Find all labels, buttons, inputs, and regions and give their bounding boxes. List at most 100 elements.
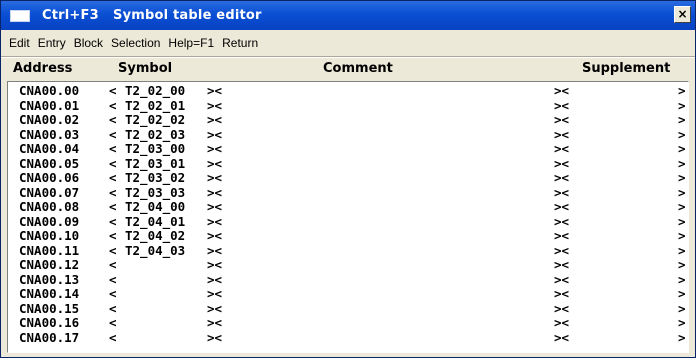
- window-icon: [10, 9, 30, 22]
- symbol-cell[interactable]: T2_02_01: [125, 98, 185, 114]
- table-row[interactable]: CNA00.11 < T2_04_03 >< >< >: [8, 242, 688, 259]
- supplement-open-delimiter: ><: [554, 141, 570, 156]
- table-row[interactable]: CNA00.00 < T2_02_00 >< >< >: [8, 83, 688, 99]
- table-row[interactable]: CNA00.09 < T2_04_01 >< >< >: [8, 213, 688, 230]
- address-cell[interactable]: CNA00.15: [19, 301, 79, 317]
- supplement-close-delimiter: >: [678, 213, 686, 229]
- symbol-table-rows: CNA00.00 < T2_02_00 >< >< > CNA00.01 < T2_02_01 >…: [8, 82, 688, 345]
- supplement-open-delimiter: ><: [554, 300, 570, 316]
- comment-open-delimiter: ><: [207, 141, 223, 156]
- symbol-cell[interactable]: T2_03_01: [125, 156, 185, 172]
- menu-selection[interactable]: Selection: [107, 36, 164, 50]
- table-row[interactable]: CNA00.04 < T2_03_00 >< >< >: [8, 141, 688, 157]
- supplement-close-delimiter: >: [678, 126, 686, 142]
- symbol-cell[interactable]: T2_04_03: [125, 243, 185, 259]
- address-cell[interactable]: CNA00.08: [19, 199, 79, 215]
- supplement-open-delimiter: ><: [554, 242, 570, 258]
- menu-edit[interactable]: Edit: [5, 36, 34, 50]
- supplement-open-delimiter: ><: [554, 184, 570, 200]
- table-row[interactable]: CNA00.07 < T2_03_03 >< >< >: [8, 184, 688, 201]
- address-cell[interactable]: CNA00.16: [19, 315, 79, 331]
- supplement-close-delimiter: >: [678, 155, 686, 171]
- column-header-supplement: Supplement: [582, 61, 671, 76]
- comment-open-delimiter: ><: [207, 170, 223, 185]
- table-row[interactable]: CNA00.13 < >< >< >: [8, 271, 688, 288]
- table-row[interactable]: CNA00.16 < >< >< >: [8, 315, 688, 331]
- menu-block[interactable]: Block: [70, 36, 107, 50]
- table-row[interactable]: CNA00.15 < >< >< >: [8, 300, 688, 317]
- table-row[interactable]: CNA00.17 < >< >< >: [8, 330, 688, 346]
- menu-help[interactable]: Help=F1: [164, 36, 218, 50]
- supplement-open-delimiter: ><: [554, 286, 570, 301]
- address-cell[interactable]: CNA00.03: [19, 127, 79, 143]
- table-row[interactable]: CNA00.05 < T2_03_01 >< >< >: [8, 155, 688, 172]
- symbol-open-delimiter: <: [109, 155, 117, 171]
- supplement-open-delimiter: ><: [554, 271, 570, 287]
- symbol-open-delimiter: <: [109, 170, 117, 185]
- symbol-cell[interactable]: T2_04_02: [125, 228, 185, 244]
- table-row[interactable]: CNA00.02 < T2_02_02 >< >< >: [8, 112, 688, 128]
- supplement-close-delimiter: >: [678, 257, 686, 272]
- address-cell[interactable]: CNA00.07: [19, 185, 79, 201]
- supplement-open-delimiter: ><: [554, 126, 570, 142]
- supplement-open-delimiter: ><: [554, 257, 570, 272]
- table-row[interactable]: CNA00.08 < T2_04_00 >< >< >: [8, 199, 688, 215]
- symbol-cell[interactable]: T2_02_00: [125, 83, 185, 99]
- symbol-open-delimiter: <: [109, 83, 117, 98]
- address-cell[interactable]: CNA00.06: [19, 170, 79, 186]
- address-cell[interactable]: CNA00.04: [19, 141, 79, 157]
- table-row[interactable]: CNA00.06 < T2_03_02 >< >< >: [8, 170, 688, 186]
- address-cell[interactable]: CNA00.14: [19, 286, 79, 302]
- comment-open-delimiter: ><: [207, 271, 223, 287]
- address-cell[interactable]: CNA00.13: [19, 272, 79, 288]
- supplement-open-delimiter: ><: [554, 199, 570, 214]
- close-button[interactable]: ×: [674, 6, 691, 23]
- symbol-cell[interactable]: T2_03_02: [125, 170, 185, 186]
- address-cell[interactable]: CNA00.09: [19, 214, 79, 230]
- title-bar[interactable]: Ctrl+F3 Symbol table editor ×: [1, 1, 695, 30]
- address-cell[interactable]: CNA00.11: [19, 243, 79, 259]
- symbol-table-editor-window: Ctrl+F3 Symbol table editor × Edit Entry…: [0, 0, 696, 358]
- supplement-close-delimiter: >: [678, 286, 686, 301]
- supplement-open-delimiter: ><: [554, 83, 570, 98]
- table-row[interactable]: CNA00.10 < T2_04_02 >< >< >: [8, 228, 688, 244]
- comment-open-delimiter: ><: [207, 112, 223, 127]
- comment-open-delimiter: ><: [207, 199, 223, 214]
- comment-open-delimiter: ><: [207, 242, 223, 258]
- symbol-cell[interactable]: T2_02_02: [125, 112, 185, 128]
- menu-return[interactable]: Return: [218, 36, 262, 50]
- comment-open-delimiter: ><: [207, 97, 223, 113]
- address-cell[interactable]: CNA00.05: [19, 156, 79, 172]
- table-row[interactable]: CNA00.12 < >< >< >: [8, 257, 688, 273]
- table-row[interactable]: CNA00.14 < >< >< >: [8, 286, 688, 302]
- symbol-open-delimiter: <: [109, 228, 117, 243]
- address-cell[interactable]: CNA00.17: [19, 330, 79, 346]
- symbol-cell[interactable]: T2_04_01: [125, 214, 185, 230]
- supplement-close-delimiter: >: [678, 170, 686, 185]
- supplement-close-delimiter: >: [678, 184, 686, 200]
- symbol-cell[interactable]: T2_03_00: [125, 141, 185, 157]
- menu-entry[interactable]: Entry: [34, 36, 70, 50]
- table-row[interactable]: CNA00.03 < T2_02_03 >< >< >: [8, 126, 688, 143]
- symbol-open-delimiter: <: [109, 271, 117, 287]
- column-header-address: Address: [13, 61, 73, 76]
- supplement-close-delimiter: >: [678, 199, 686, 214]
- address-cell[interactable]: CNA00.10: [19, 228, 79, 244]
- supplement-close-delimiter: >: [678, 228, 686, 243]
- address-cell[interactable]: CNA00.01: [19, 98, 79, 114]
- comment-open-delimiter: ><: [207, 300, 223, 316]
- table-row[interactable]: CNA00.01 < T2_02_01 >< >< >: [8, 97, 688, 114]
- symbol-cell[interactable]: T2_02_03: [125, 127, 185, 143]
- address-cell[interactable]: CNA00.02: [19, 112, 79, 128]
- symbol-table[interactable]: CNA00.00 < T2_02_00 >< >< > CNA00.01 < T2_02_01 >…: [7, 81, 689, 353]
- comment-open-delimiter: ><: [207, 126, 223, 142]
- symbol-open-delimiter: <: [109, 141, 117, 156]
- symbol-cell[interactable]: T2_03_03: [125, 185, 185, 201]
- address-cell[interactable]: CNA00.12: [19, 257, 79, 273]
- supplement-close-delimiter: >: [678, 83, 686, 98]
- symbol-open-delimiter: <: [109, 242, 117, 258]
- symbol-cell[interactable]: T2_04_00: [125, 199, 185, 215]
- comment-open-delimiter: ><: [207, 155, 223, 171]
- symbol-open-delimiter: <: [109, 300, 117, 316]
- address-cell[interactable]: CNA00.00: [19, 83, 79, 99]
